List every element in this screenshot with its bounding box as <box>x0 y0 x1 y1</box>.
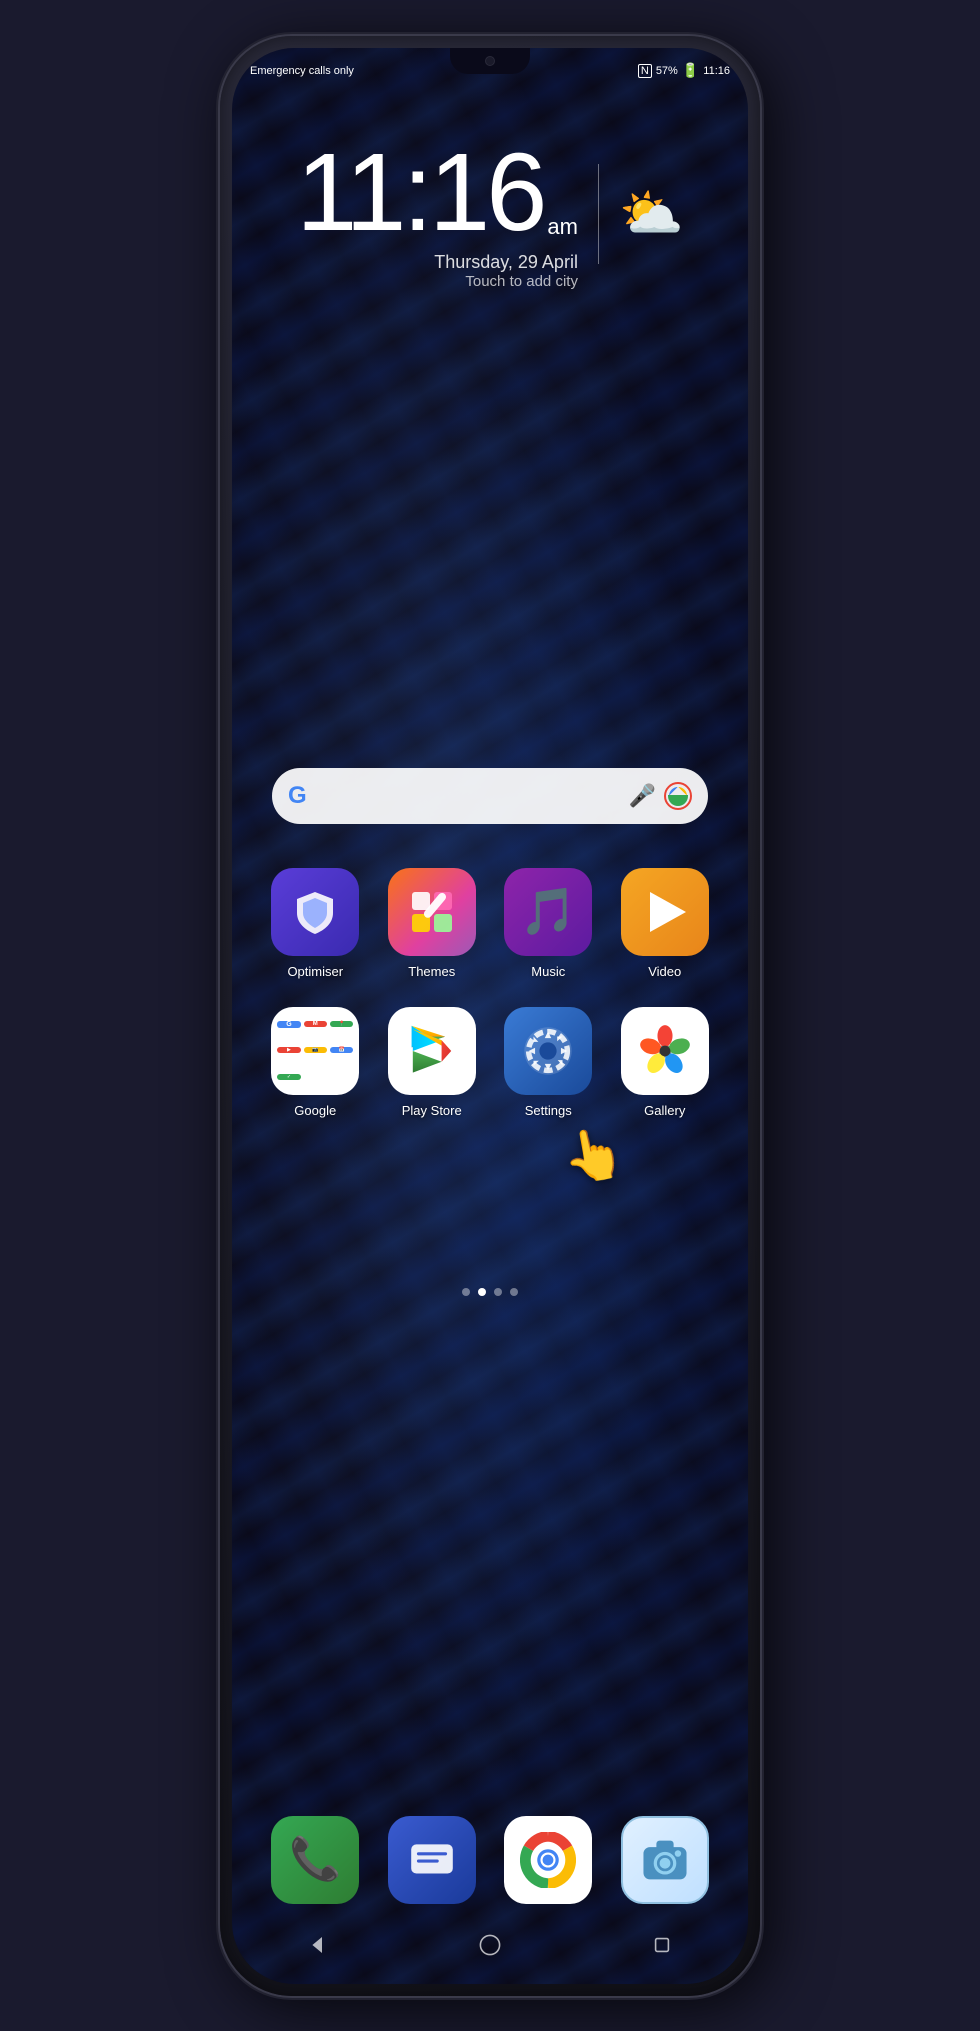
dot-3[interactable] <box>494 1288 502 1296</box>
phone-symbol: 📞 <box>289 1835 341 1884</box>
settings-label: Settings <box>525 1103 572 1118</box>
cursor-hand: 👆 <box>557 1121 629 1190</box>
lens-bottom <box>668 795 688 806</box>
play-icon <box>650 892 686 932</box>
app-gallery[interactable]: Gallery <box>612 1007 719 1118</box>
gallery-label: Gallery <box>644 1103 685 1118</box>
phone-device: Emergency calls only N 57% 🔋 11:16 11:16… <box>220 36 760 1996</box>
page-dots <box>232 1288 748 1296</box>
clock-widget[interactable]: 11:16 am Thursday, 29 April Touch to add… <box>232 138 748 290</box>
dot-1[interactable] <box>462 1288 470 1296</box>
google-search-bar[interactable]: G 🎤 <box>272 768 708 824</box>
messages-icon <box>388 1816 476 1904</box>
phone-icon: 📞 <box>271 1816 359 1904</box>
clock-divider <box>598 164 599 264</box>
home-button[interactable] <box>470 1925 510 1965</box>
weather-icon[interactable]: ⛅ <box>619 183 684 244</box>
notch <box>450 48 530 74</box>
messages-svg <box>406 1834 458 1886</box>
front-camera <box>485 56 495 66</box>
emergency-text: Emergency calls only <box>250 65 354 77</box>
dock: 📞 <box>262 1816 718 1904</box>
app-video[interactable]: Video <box>612 868 719 979</box>
dock-phone[interactable]: 📞 <box>262 1816 369 1904</box>
google-label: Google <box>294 1103 336 1118</box>
app-music[interactable]: 🎵 Music <box>495 868 602 979</box>
playstore-label: Play Store <box>402 1103 462 1118</box>
clock-date: Thursday, 29 April <box>434 252 578 273</box>
battery-percent: 57% <box>656 65 678 77</box>
playstore-icon <box>388 1007 476 1095</box>
video-label: Video <box>648 964 681 979</box>
home-icon <box>478 1933 502 1957</box>
recents-icon <box>650 1933 674 1957</box>
nfc-icon: N <box>638 64 652 78</box>
camera-icon <box>621 1816 709 1904</box>
back-button[interactable] <box>298 1925 338 1965</box>
camera-svg <box>637 1832 693 1888</box>
themes-icon <box>388 868 476 956</box>
mic-icon[interactable]: 🎤 <box>629 783 656 809</box>
clock-time-section: 11:16 am Thursday, 29 April Touch to add… <box>296 138 578 290</box>
optimiser-icon <box>271 868 359 956</box>
dock-chrome[interactable] <box>495 1816 602 1904</box>
shield-svg <box>289 886 341 938</box>
optimiser-label: Optimiser <box>287 964 343 979</box>
recents-button[interactable] <box>642 1925 682 1965</box>
settings-icon <box>504 1007 592 1095</box>
nav-bar <box>232 1920 748 1970</box>
gallery-icon <box>621 1007 709 1095</box>
google-logo: G <box>288 782 307 810</box>
clock-ampm: am <box>547 214 578 240</box>
clock-status: 11:16 <box>703 65 730 77</box>
chrome-svg <box>520 1832 576 1888</box>
dot-4[interactable] <box>510 1288 518 1296</box>
clock-city[interactable]: Touch to add city <box>465 273 578 290</box>
dock-messages[interactable] <box>379 1816 486 1904</box>
chrome-icon <box>504 1816 592 1904</box>
settings-svg <box>520 1023 576 1079</box>
app-google[interactable]: G M 📍 ▶ 📷 📅 ✓ Google <box>262 1007 369 1118</box>
playstore-svg <box>402 1021 462 1081</box>
phone-screen: Emergency calls only N 57% 🔋 11:16 11:16… <box>232 48 748 1984</box>
lens-icon[interactable] <box>664 782 692 810</box>
gallery-svg <box>637 1023 693 1079</box>
app-settings[interactable]: Settings <box>495 1007 602 1118</box>
video-icon <box>621 868 709 956</box>
back-icon <box>306 1933 330 1957</box>
themes-svg <box>406 886 458 938</box>
status-icons: N 57% 🔋 11:16 <box>638 62 730 79</box>
app-playstore[interactable]: Play Store <box>379 1007 486 1118</box>
dock-camera[interactable] <box>612 1816 719 1904</box>
music-label: Music <box>531 964 565 979</box>
dot-2[interactable] <box>478 1288 486 1296</box>
music-icon: 🎵 <box>504 868 592 956</box>
clock-display: 11:16 <box>296 138 543 248</box>
google-folder-icon: G M 📍 ▶ 📷 📅 ✓ <box>271 1007 359 1095</box>
app-themes[interactable]: Themes <box>379 868 486 979</box>
battery-icon: 🔋 <box>682 62 699 79</box>
app-optimiser[interactable]: Optimiser <box>262 868 369 979</box>
music-note-icon: 🎵 <box>520 884 577 939</box>
app-grid: Optimiser Themes <box>262 868 718 1118</box>
themes-label: Themes <box>408 964 455 979</box>
